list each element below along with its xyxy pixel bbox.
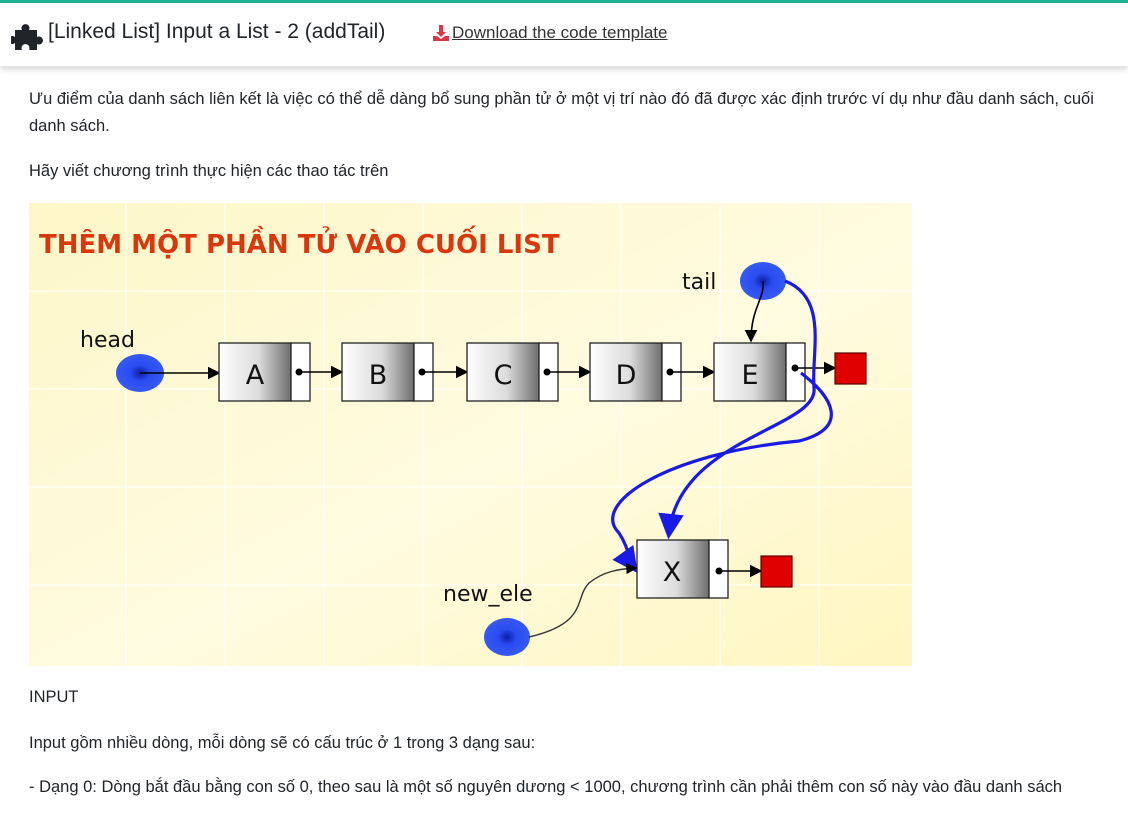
paragraph-intro: Ưu điểm của danh sách liên kết là việc c… bbox=[29, 90, 1094, 135]
problem-header: [Linked List] Input a List - 2 (addTail)… bbox=[0, 3, 1128, 67]
node-x: X bbox=[636, 539, 729, 599]
node-b-label: B bbox=[369, 360, 388, 391]
head-label: head bbox=[80, 328, 135, 353]
node-e: E bbox=[713, 342, 806, 402]
paragraph-format-0: - Dạng 0: Dòng bắt đầu bằng con số 0, th… bbox=[29, 778, 1063, 796]
node-c-label: C bbox=[494, 360, 513, 391]
null-box-x bbox=[760, 555, 793, 588]
download-icon bbox=[433, 25, 449, 41]
paragraph-input-desc: Input gồm nhiều dòng, mỗi dòng sẽ có cấu… bbox=[29, 734, 536, 752]
diagram-title: THÊM MỘT PHẦN TỬ VÀO CUỐI LIST bbox=[39, 224, 560, 260]
node-x-label: X bbox=[663, 557, 682, 588]
puzzle-icon bbox=[8, 21, 47, 51]
null-box-e bbox=[834, 352, 867, 385]
new-ele-label: new_ele bbox=[443, 582, 533, 607]
node-a-label: A bbox=[246, 360, 265, 391]
download-template-label: Download the code template bbox=[452, 23, 668, 42]
download-template-link[interactable]: Download the code template bbox=[432, 23, 667, 43]
new-ele-pointer bbox=[484, 618, 530, 656]
node-d-label: D bbox=[616, 360, 637, 391]
input-heading: INPUT bbox=[29, 688, 79, 706]
tail-label: tail bbox=[682, 270, 716, 295]
paragraph-task: Hãy viết chương trình thực hiện các thao… bbox=[29, 162, 389, 180]
linked-list-diagram: THÊM MỘT PHẦN TỬ VÀO CUỐI LIST head A B … bbox=[29, 203, 912, 666]
page-title: [Linked List] Input a List - 2 (addTail) bbox=[48, 20, 386, 43]
node-e-label: E bbox=[741, 360, 758, 391]
